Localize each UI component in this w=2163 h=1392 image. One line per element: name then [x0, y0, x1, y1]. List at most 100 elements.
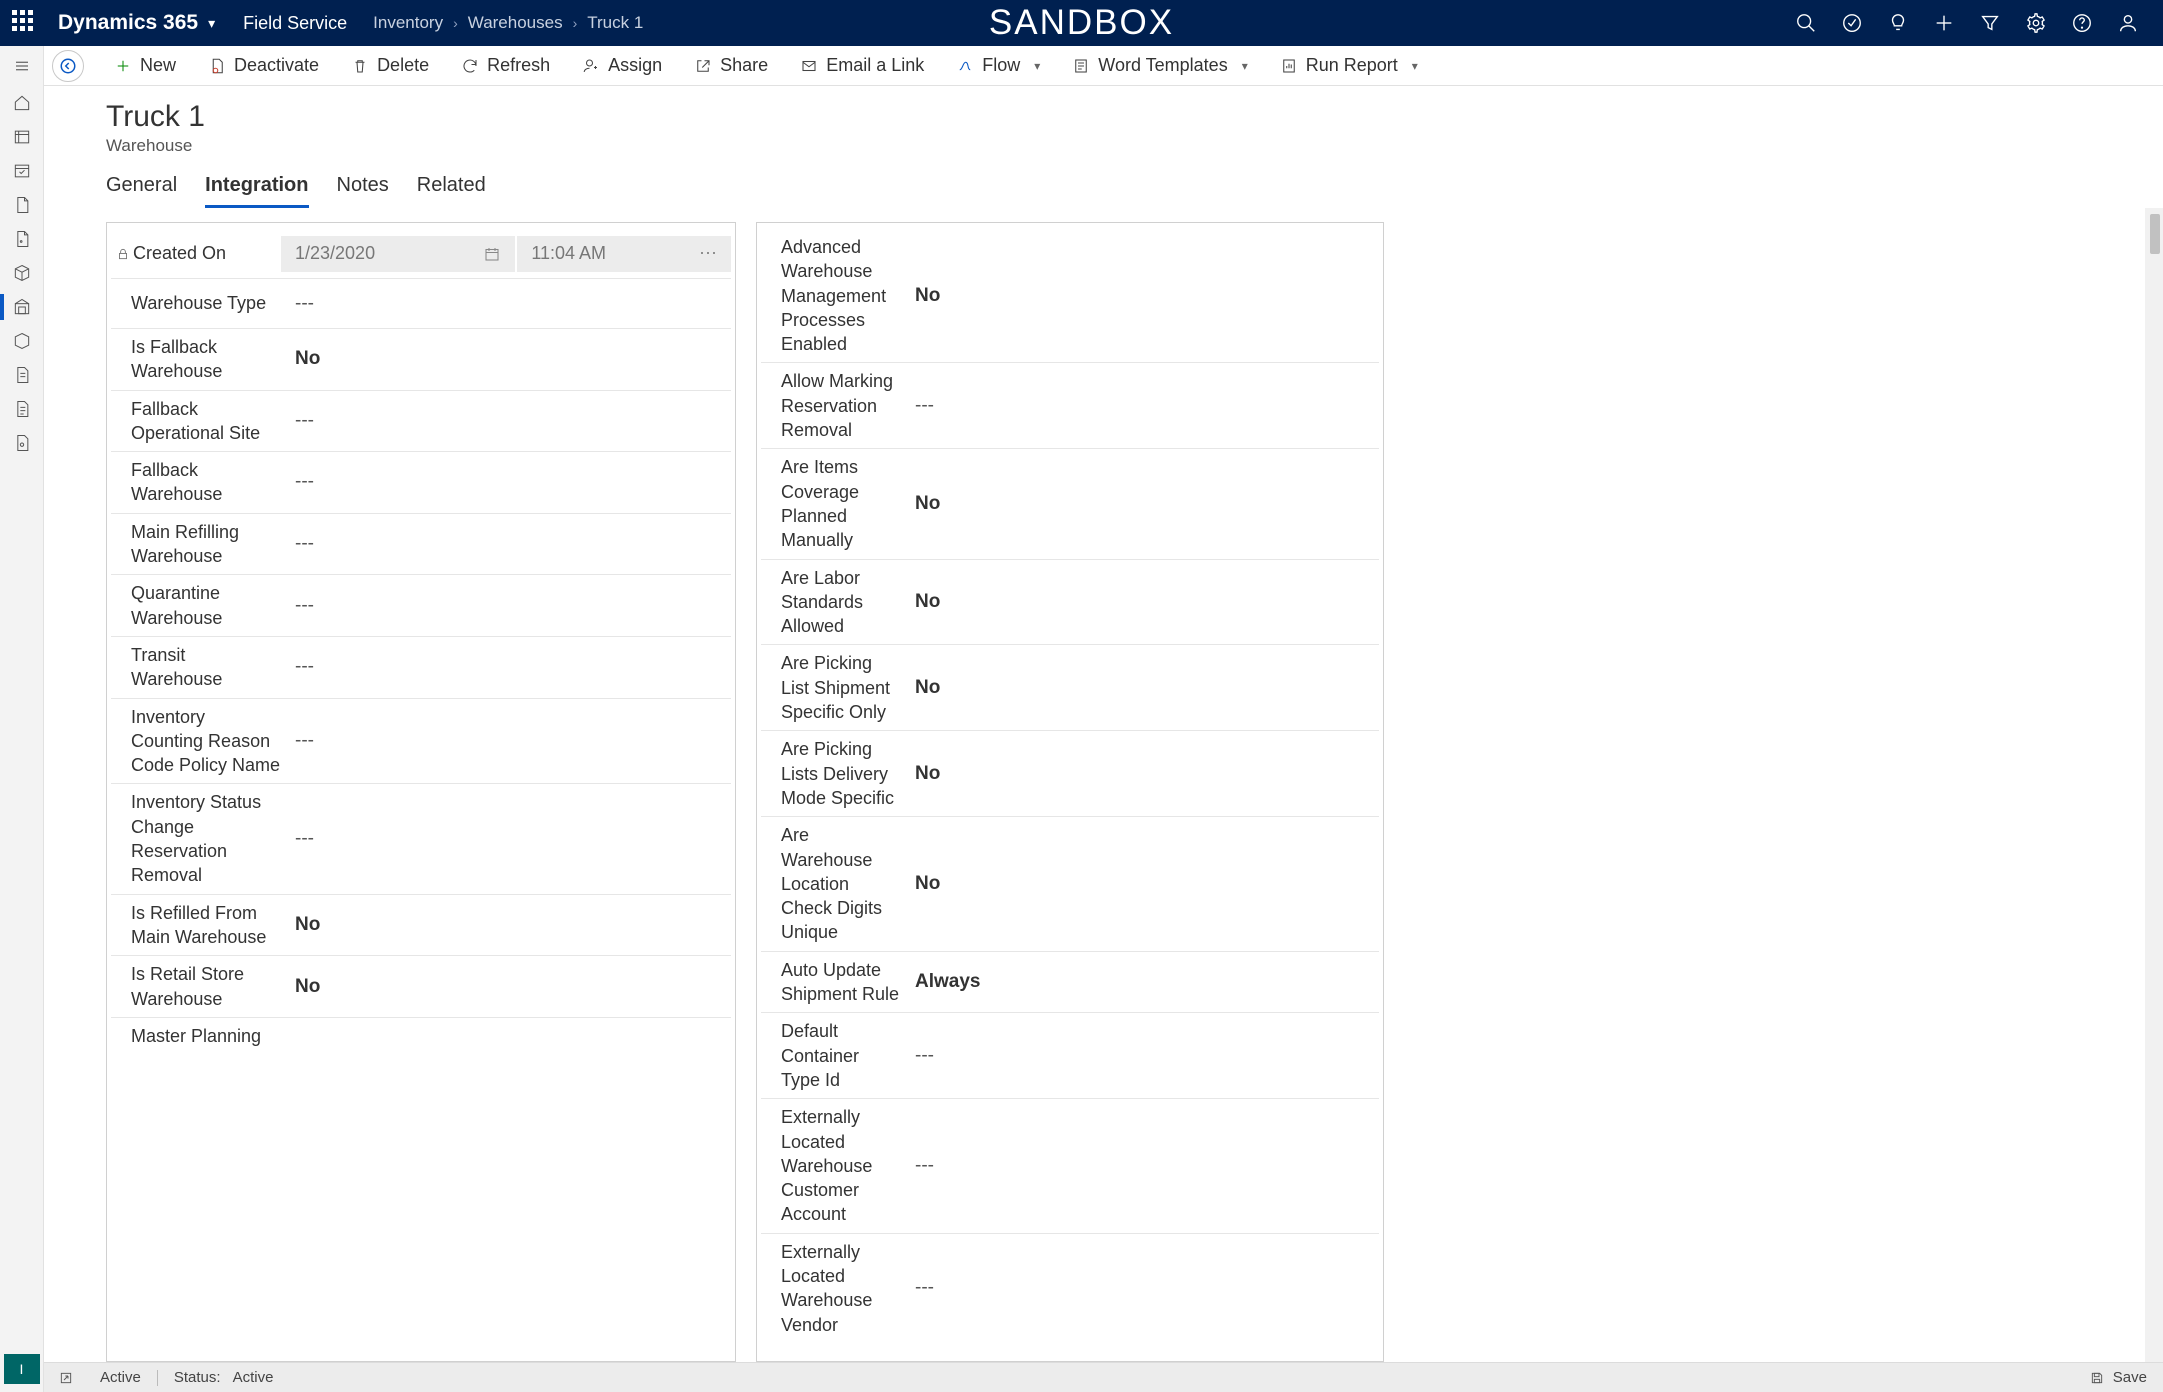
breadcrumb-item[interactable]: Warehouses	[468, 13, 563, 33]
field-label: Transit Warehouse	[131, 643, 291, 692]
search-icon[interactable]	[1783, 0, 1829, 46]
form-tabs: General Integration Notes Related	[44, 156, 2163, 208]
tab-related[interactable]: Related	[417, 174, 486, 208]
assign-button[interactable]: Assign	[568, 46, 676, 86]
nav-list3-icon[interactable]	[0, 426, 44, 460]
form-field[interactable]: Fallback Operational Site---	[111, 391, 731, 453]
field-label: Master Planning	[131, 1024, 291, 1048]
app-name[interactable]: Field Service	[243, 13, 347, 34]
form-field[interactable]: Fallback Warehouse---	[111, 452, 731, 514]
field-label: Externally Located Warehouse Customer Ac…	[781, 1105, 911, 1226]
breadcrumb-item[interactable]: Truck 1	[587, 13, 643, 33]
field-label: Created On	[133, 241, 281, 265]
nav-pinned-icon[interactable]	[0, 154, 44, 188]
nav-package-icon[interactable]	[0, 256, 44, 290]
form-field[interactable]: Main Refilling Warehouse---	[111, 514, 731, 576]
tab-integration[interactable]: Integration	[205, 174, 308, 208]
delete-button[interactable]: Delete	[337, 46, 443, 86]
form-field[interactable]: Quarantine Warehouse---	[111, 575, 731, 637]
nav-cube-icon[interactable]	[0, 324, 44, 358]
new-button[interactable]: New	[100, 46, 190, 86]
form-field[interactable]: Inventory Status Change Reservation Remo…	[111, 784, 731, 894]
run-report-label: Run Report	[1306, 55, 1398, 76]
assistant-icon[interactable]	[1875, 0, 1921, 46]
tab-general[interactable]: General	[106, 174, 177, 208]
field-label: Advanced Warehouse Management Processes …	[781, 235, 911, 356]
field-label: Are Items Coverage Planned Manually	[781, 455, 911, 552]
form-body: Created On 1/23/2020 11:04 AM ⋯	[44, 208, 2163, 1362]
form-field[interactable]: Is Fallback WarehouseNo	[111, 329, 731, 391]
section-right: Advanced Warehouse Management Processes …	[756, 222, 1384, 1362]
chevron-down-icon: ▾	[1034, 59, 1040, 73]
form-field[interactable]: Externally Located Warehouse Vendor---	[761, 1234, 1379, 1343]
created-on-date[interactable]: 1/23/2020	[281, 236, 517, 272]
time-value: 11:04 AM	[531, 243, 606, 264]
form-field[interactable]: Are Warehouse Location Check Digits Uniq…	[761, 817, 1379, 951]
field-label: Is Fallback Warehouse	[131, 335, 291, 384]
expand-nav-icon[interactable]	[0, 46, 44, 86]
field-value: ---	[291, 828, 731, 850]
email-link-button[interactable]: Email a Link	[786, 46, 938, 86]
form-field[interactable]: Are Picking Lists Delivery Mode Specific…	[761, 731, 1379, 817]
form-field[interactable]: Warehouse Type---	[111, 279, 731, 329]
field-value: ---	[911, 1045, 1379, 1067]
field-created-on[interactable]: Created On 1/23/2020 11:04 AM ⋯	[111, 229, 731, 279]
app-launcher-icon[interactable]	[12, 10, 38, 36]
nav-home-icon[interactable]	[0, 86, 44, 120]
form-field[interactable]: Is Retail Store WarehouseNo	[111, 956, 731, 1018]
field-value: No	[911, 591, 1379, 613]
nav-list2-icon[interactable]	[0, 392, 44, 426]
refresh-button[interactable]: Refresh	[447, 46, 564, 86]
user-icon[interactable]	[2105, 0, 2151, 46]
popout-icon[interactable]	[54, 1366, 78, 1390]
field-value: ---	[911, 1155, 1379, 1177]
form-field[interactable]: Is Refilled From Main WarehouseNo	[111, 895, 731, 957]
form-field[interactable]: Advanced Warehouse Management Processes …	[761, 229, 1379, 363]
field-value: ---	[911, 1277, 1379, 1299]
form-field[interactable]: Inventory Counting Reason Code Policy Na…	[111, 699, 731, 785]
nav-document-icon[interactable]	[0, 188, 44, 222]
form-field[interactable]: Are Labor Standards AllowedNo	[761, 560, 1379, 646]
nav-recent-icon[interactable]	[0, 120, 44, 154]
task-flow-icon[interactable]	[1829, 0, 1875, 46]
field-label: Are Picking Lists Delivery Mode Specific	[781, 737, 911, 810]
field-value: No	[291, 348, 731, 370]
field-value: Always	[911, 971, 1379, 993]
save-button[interactable]: Save	[2089, 1369, 2147, 1386]
breadcrumb-item[interactable]: Inventory	[373, 13, 443, 33]
field-value: No	[291, 914, 731, 936]
status-value: Active	[233, 1369, 274, 1386]
add-icon[interactable]	[1921, 0, 1967, 46]
area-switcher[interactable]: I	[4, 1354, 40, 1384]
form-field[interactable]: Allow Marking Reservation Removal---	[761, 363, 1379, 449]
form-field[interactable]: Are Items Coverage Planned ManuallyNo	[761, 449, 1379, 559]
form-field[interactable]: Default Container Type Id---	[761, 1013, 1379, 1099]
nav-document2-icon[interactable]	[0, 222, 44, 256]
filter-icon[interactable]	[1967, 0, 2013, 46]
field-label: Fallback Operational Site	[131, 397, 291, 446]
chevron-down-icon[interactable]: ▾	[208, 15, 215, 32]
form-field[interactable]: Transit Warehouse---	[111, 637, 731, 699]
field-label: Quarantine Warehouse	[131, 581, 291, 630]
nav-warehouse-icon[interactable]	[0, 290, 44, 324]
run-report-button[interactable]: Run Report ▾	[1266, 46, 1432, 86]
field-value: No	[291, 976, 731, 998]
record-header: Truck 1 Warehouse	[44, 86, 2163, 156]
settings-icon[interactable]	[2013, 0, 2059, 46]
vertical-scrollbar[interactable]	[2145, 208, 2163, 1362]
form-field[interactable]: Are Picking List Shipment Specific OnlyN…	[761, 645, 1379, 731]
form-field[interactable]: Externally Located Warehouse Customer Ac…	[761, 1099, 1379, 1233]
flow-button[interactable]: Flow ▾	[942, 46, 1054, 86]
deactivate-button[interactable]: Deactivate	[194, 46, 333, 86]
help-icon[interactable]	[2059, 0, 2105, 46]
field-value: No	[911, 873, 1379, 895]
product-name[interactable]: Dynamics 365	[58, 11, 198, 35]
form-field[interactable]: Master Planning	[111, 1018, 731, 1054]
form-field[interactable]: Auto Update Shipment RuleAlways	[761, 952, 1379, 1014]
back-button[interactable]	[52, 50, 84, 82]
created-on-time[interactable]: 11:04 AM ⋯	[517, 236, 731, 272]
nav-list-icon[interactable]	[0, 358, 44, 392]
tab-notes[interactable]: Notes	[337, 174, 389, 208]
word-templates-button[interactable]: Word Templates ▾	[1058, 46, 1261, 86]
share-button[interactable]: Share	[680, 46, 782, 86]
